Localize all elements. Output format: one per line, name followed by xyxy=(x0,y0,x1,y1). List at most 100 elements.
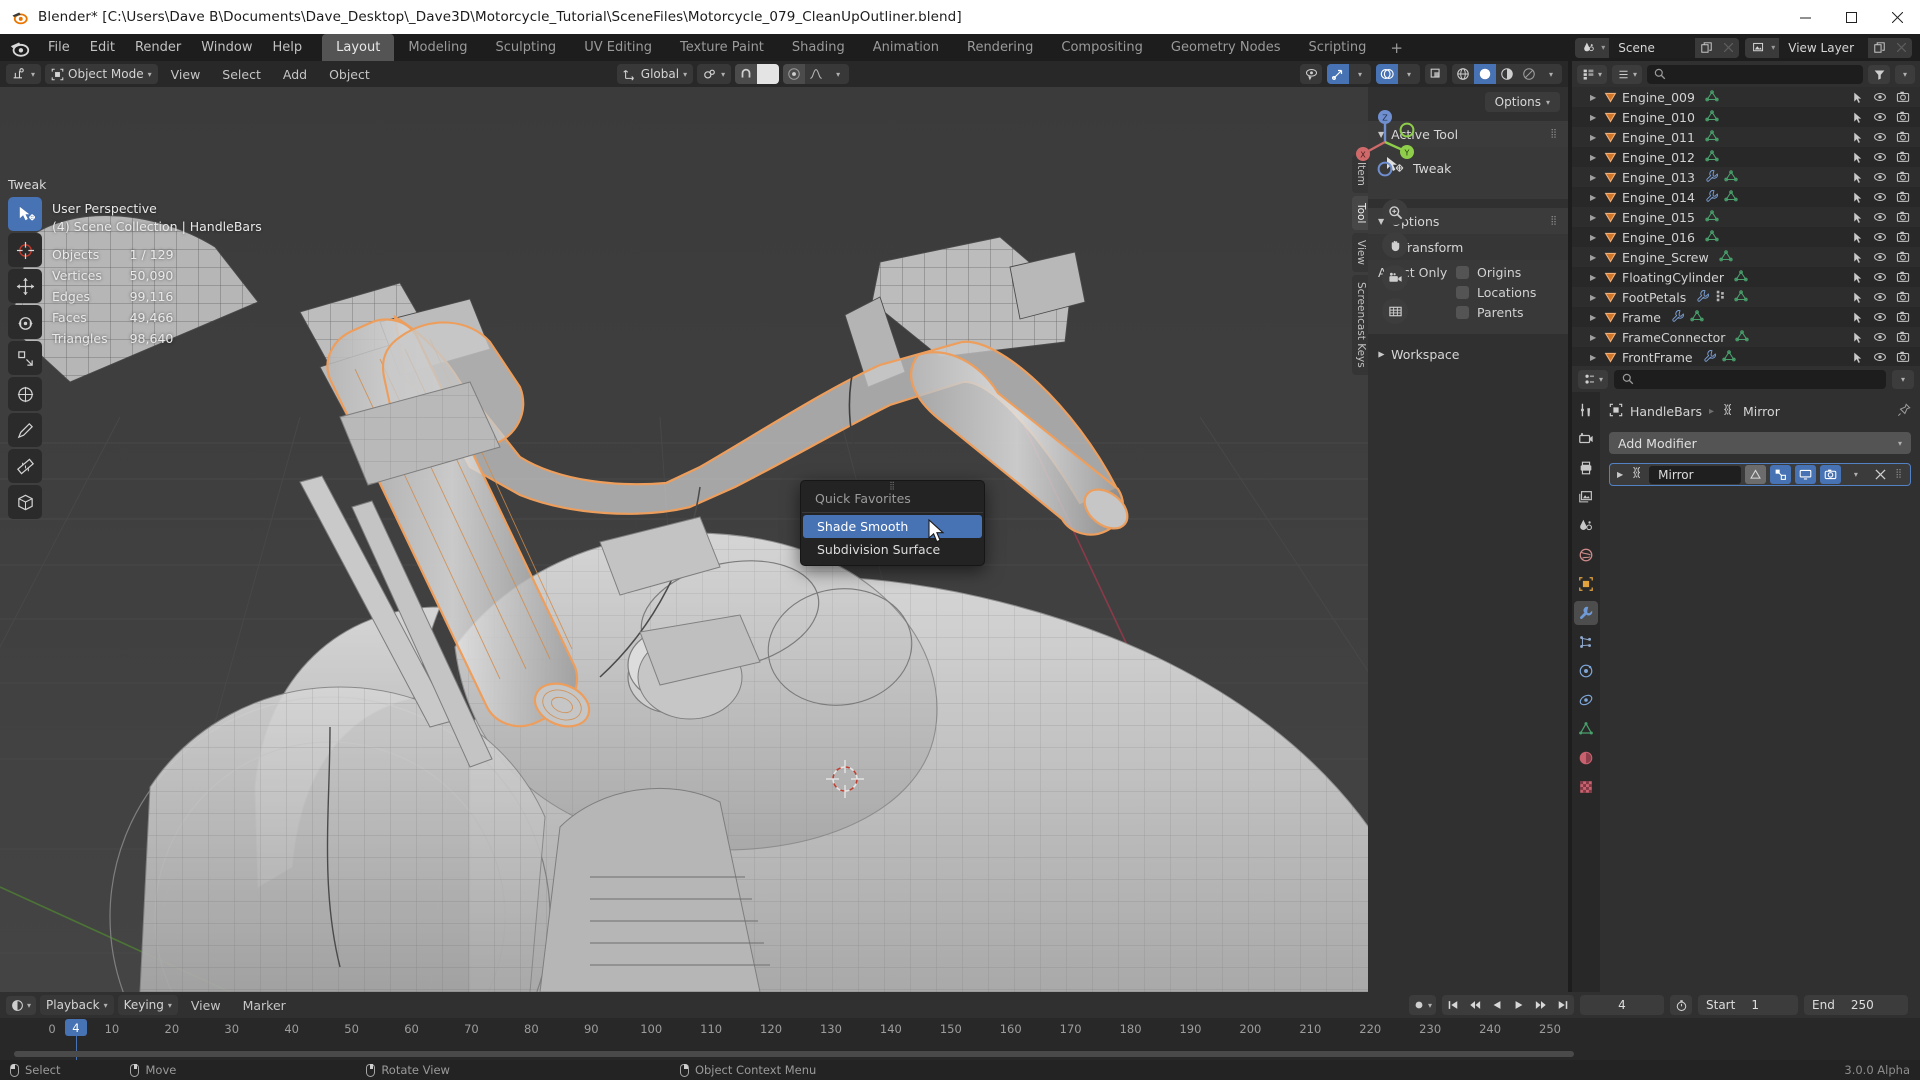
outliner-disclosure-triangle-icon[interactable]: ▶ xyxy=(1590,153,1604,162)
outliner-disable-in-render-icon[interactable] xyxy=(1896,130,1910,144)
outliner-search-input[interactable] xyxy=(1647,64,1863,84)
outliner-disclosure-triangle-icon[interactable]: ▶ xyxy=(1590,313,1604,322)
outliner-object-name[interactable]: Engine_Screw xyxy=(1622,250,1709,265)
menu-window[interactable]: Window xyxy=(191,37,262,58)
outliner-particles-icon[interactable] xyxy=(1715,289,1729,306)
tool-annotate-icon[interactable] xyxy=(8,413,42,447)
outliner-hide-in-viewport-icon[interactable] xyxy=(1873,290,1887,304)
modifier-delete-icon[interactable] xyxy=(1870,465,1891,484)
properties-tab-render-icon[interactable] xyxy=(1574,427,1598,451)
outliner-mesh-data-icon[interactable] xyxy=(1734,269,1748,286)
menu-help[interactable]: Help xyxy=(263,37,313,58)
outliner-mesh-data-icon[interactable] xyxy=(1705,129,1719,146)
outliner-hide-in-viewport-icon[interactable] xyxy=(1873,350,1887,364)
outliner-mesh-data-icon[interactable] xyxy=(1735,329,1750,346)
zoom-icon[interactable] xyxy=(1382,199,1408,225)
outliner-mesh-data-icon[interactable] xyxy=(1705,109,1719,126)
properties-tab-physics-icon[interactable] xyxy=(1574,659,1598,683)
tool-transform-icon[interactable] xyxy=(8,377,42,411)
outliner-disable-in-render-icon[interactable] xyxy=(1896,210,1910,224)
properties-tab-data-icon[interactable] xyxy=(1574,717,1598,741)
outliner-hide-in-viewport-icon[interactable] xyxy=(1873,150,1887,164)
outliner-selectable-icon[interactable] xyxy=(1851,251,1864,264)
modifier-name-field[interactable]: Mirror xyxy=(1649,465,1742,484)
outliner-object-name[interactable]: Engine_013 xyxy=(1622,170,1695,185)
modifier-show-in-viewport-icon[interactable] xyxy=(1795,465,1817,484)
modifier-extras-chevron-down-icon[interactable]: ▾ xyxy=(1845,465,1866,484)
snap-target-button[interactable] xyxy=(757,64,780,84)
outliner-disable-in-render-icon[interactable] xyxy=(1896,290,1910,304)
timeline-menu-playback[interactable]: Playback ▾ xyxy=(40,995,114,1015)
sidebar-tab-screencast-keys[interactable]: Screencast Keys xyxy=(1352,275,1368,375)
wireframe-shading-icon[interactable] xyxy=(1452,64,1474,84)
new-view-layer-button[interactable] xyxy=(1868,37,1890,58)
tab-modeling[interactable]: Modeling xyxy=(394,34,481,61)
tool-measure-icon[interactable] xyxy=(8,449,42,483)
gizmos-icon[interactable] xyxy=(1327,64,1349,84)
outliner-filter-icon[interactable] xyxy=(1868,64,1890,84)
unlink-scene-button[interactable] xyxy=(1717,37,1740,58)
outliner-selectable-icon[interactable] xyxy=(1851,91,1864,104)
tool-add-cube-icon[interactable] xyxy=(8,485,42,519)
tab-rendering[interactable]: Rendering xyxy=(953,34,1047,61)
breadcrumb-object-name[interactable]: HandleBars xyxy=(1630,404,1702,419)
jump-to-start-button[interactable] xyxy=(1442,995,1464,1015)
modifier-show-in-edit-mode-icon[interactable] xyxy=(1770,465,1792,484)
outliner-modifier-icon[interactable] xyxy=(1705,169,1719,186)
parents-checkbox[interactable] xyxy=(1456,306,1469,319)
minimize-button[interactable] xyxy=(1782,0,1828,34)
outliner-disclosure-triangle-icon[interactable]: ▶ xyxy=(1590,173,1604,182)
proportional-editing-icon[interactable] xyxy=(783,64,806,84)
outliner-object-name[interactable]: FrontFrame xyxy=(1622,350,1693,365)
outliner-disable-in-render-icon[interactable] xyxy=(1896,150,1910,164)
modifier-render-icon[interactable] xyxy=(1820,465,1842,484)
outliner-modifier-icon[interactable] xyxy=(1703,349,1717,366)
viewport-menu-add[interactable]: Add xyxy=(274,67,316,82)
timeline-playhead[interactable]: 4 xyxy=(64,1019,87,1036)
properties-tab-world-icon[interactable] xyxy=(1574,543,1598,567)
menu-file[interactable]: File xyxy=(38,37,80,58)
proportional-falloff-icon[interactable] xyxy=(805,64,827,84)
outliner-hide-in-viewport-icon[interactable] xyxy=(1873,190,1887,204)
3d-viewport[interactable]: Tweak User Perspective (4) Scene Collect… xyxy=(0,87,1568,992)
outliner-row[interactable]: ▶ FloatingCylinder xyxy=(1572,267,1920,287)
outliner-object-name[interactable]: FootPetals xyxy=(1622,290,1686,305)
outliner-mesh-data-icon[interactable] xyxy=(1690,309,1704,326)
view-layer-name[interactable]: View Layer xyxy=(1779,37,1868,58)
outliner-selectable-icon[interactable] xyxy=(1851,291,1864,304)
scene-name[interactable]: Scene xyxy=(1609,37,1696,58)
outliner-disable-in-render-icon[interactable] xyxy=(1896,330,1910,344)
new-scene-button[interactable] xyxy=(1695,37,1718,58)
outliner-disclosure-triangle-icon[interactable]: ▶ xyxy=(1590,273,1604,282)
add-workspace-button[interactable]: + xyxy=(1380,34,1413,61)
outliner-row[interactable]: ▶ Engine_010 xyxy=(1572,107,1920,127)
close-button[interactable] xyxy=(1874,0,1920,34)
properties-tab-scene-icon[interactable] xyxy=(1574,514,1598,538)
outliner-disclosure-triangle-icon[interactable]: ▶ xyxy=(1590,333,1604,342)
outliner-mesh-data-icon[interactable] xyxy=(1719,249,1733,266)
timeline-menu-marker[interactable]: Marker xyxy=(234,998,295,1013)
tab-texture-paint[interactable]: Texture Paint xyxy=(666,34,778,61)
outliner-selectable-icon[interactable] xyxy=(1851,131,1864,144)
tab-scripting[interactable]: Scripting xyxy=(1295,34,1381,61)
menu-render[interactable]: Render xyxy=(125,37,191,58)
previous-keyframe-button[interactable] xyxy=(1464,995,1486,1015)
outliner-row[interactable]: ▶ Engine_015 xyxy=(1572,207,1920,227)
outliner-selectable-icon[interactable] xyxy=(1851,331,1864,344)
properties-tab-output-icon[interactable] xyxy=(1574,456,1598,480)
outliner-row[interactable]: ▶ Engine_014 xyxy=(1572,187,1920,207)
tool-rotate-icon[interactable] xyxy=(8,305,42,339)
view-layer-selector[interactable]: ▾ View Layer xyxy=(1745,37,1912,58)
quick-favorites-menu[interactable]: ⣿ Quick Favorites Shade Smooth Subdivisi… xyxy=(800,480,985,566)
camera-view-icon[interactable] xyxy=(1382,265,1408,291)
outliner-disclosure-triangle-icon[interactable]: ▶ xyxy=(1590,213,1604,222)
viewport-options-popover[interactable]: Options ▾ xyxy=(1484,92,1560,112)
play-button[interactable] xyxy=(1508,995,1530,1015)
timeline-horizontal-scrollbar[interactable] xyxy=(14,1051,1574,1057)
outliner-object-name[interactable]: Engine_016 xyxy=(1622,230,1695,245)
outliner-row[interactable]: ▶ Frame xyxy=(1572,307,1920,327)
outliner-disable-in-render-icon[interactable] xyxy=(1896,250,1910,264)
sidebar-tab-tool[interactable]: Tool xyxy=(1352,195,1368,231)
tab-layout[interactable]: Layout xyxy=(322,34,395,61)
outliner-disable-in-render-icon[interactable] xyxy=(1896,350,1910,364)
